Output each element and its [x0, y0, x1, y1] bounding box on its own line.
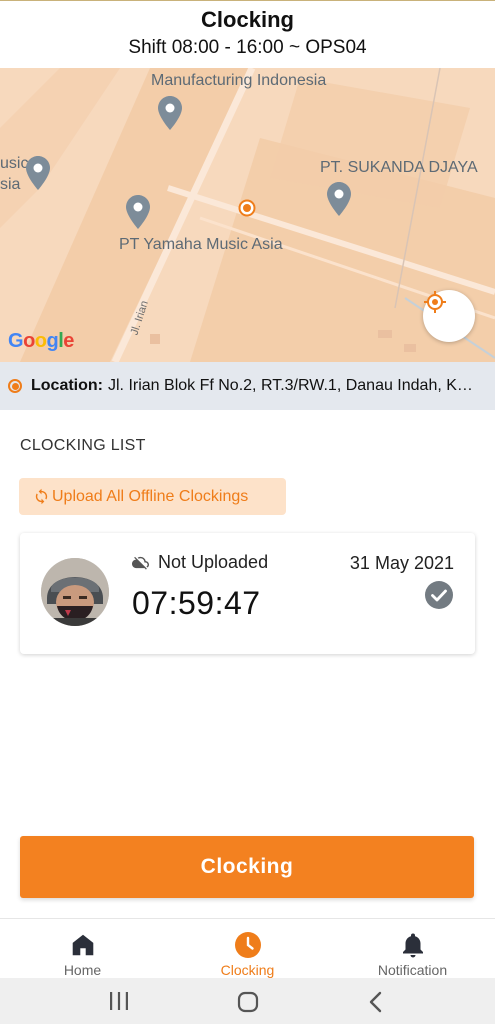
clocking-list-title: CLOCKING LIST: [20, 437, 146, 454]
map-pin-icon[interactable]: [126, 195, 150, 229]
location-address: Jl. Irian Blok Ff No.2, RT.3/RW.1, Danau…: [108, 377, 478, 394]
clocking-record-card[interactable]: Not Uploaded 31 May 2021 07:59:47: [20, 533, 475, 654]
bottom-navigation: Home Clocking Notification: [0, 918, 495, 978]
clock-icon: [234, 931, 262, 959]
map-pin-icon[interactable]: [327, 182, 351, 216]
map-pin-icon[interactable]: [158, 96, 182, 130]
page-title: Clocking: [201, 7, 294, 32]
avatar: [41, 558, 109, 626]
home-icon: [70, 931, 96, 959]
system-navigation-bar: [0, 978, 495, 1024]
cloud-off-icon: [132, 556, 149, 570]
nav-item-clocking[interactable]: Clocking: [165, 919, 330, 979]
nav-label-notification: Notification: [377, 962, 448, 978]
crosshair-icon: [424, 291, 446, 313]
bell-icon: [401, 931, 425, 959]
google-logo: Google: [8, 330, 74, 352]
nav-item-notification[interactable]: Notification: [330, 919, 495, 979]
map-label-yamaha: PT Yamaha Music Asia: [119, 236, 283, 253]
upload-status: Not Uploaded: [132, 552, 268, 573]
nav-label-home: Home: [63, 962, 102, 978]
clocking-button[interactable]: Clocking: [20, 836, 474, 898]
my-location-button[interactable]: [423, 290, 475, 342]
upload-offline-clockings-button[interactable]: Upload All Offline Clockings: [19, 478, 286, 515]
status-text: Not Uploaded: [158, 552, 269, 572]
location-dot-icon: [8, 379, 22, 393]
location-label: Location:: [31, 377, 103, 394]
map-label-sukanda: PT. SUKANDA DJAYA: [320, 159, 478, 176]
current-location-marker-icon: [238, 199, 256, 217]
record-date: 31 May 2021: [349, 553, 454, 573]
recent-apps-icon[interactable]: [108, 991, 130, 1011]
map-label-manufacturing: Manufacturing Indonesia: [151, 72, 327, 89]
app-header: Clocking Shift 08:00 - 16:00 ~ OPS04: [0, 0, 495, 68]
sync-icon: [33, 488, 50, 505]
map-view[interactable]: Manufacturing Indonesia usic sia PT. SUK…: [0, 68, 495, 362]
map-label-music-left-2: sia: [0, 176, 21, 193]
nav-label-clocking: Clocking: [220, 962, 275, 978]
map-label-music-left-1: usic: [0, 155, 29, 172]
record-time: 07:59:47: [132, 585, 261, 621]
home-circle-icon[interactable]: [237, 991, 259, 1013]
upload-button-label: Upload All Offline Clockings: [52, 487, 249, 505]
map-pin-icon[interactable]: [26, 156, 50, 190]
shift-subtitle: Shift 08:00 - 16:00 ~ OPS04: [128, 37, 367, 58]
check-circle-icon: [425, 581, 453, 609]
back-chevron-icon[interactable]: [368, 991, 384, 1013]
nav-item-home[interactable]: Home: [0, 919, 165, 979]
location-bar: Location: Jl. Irian Blok Ff No.2, RT.3/R…: [0, 362, 495, 410]
